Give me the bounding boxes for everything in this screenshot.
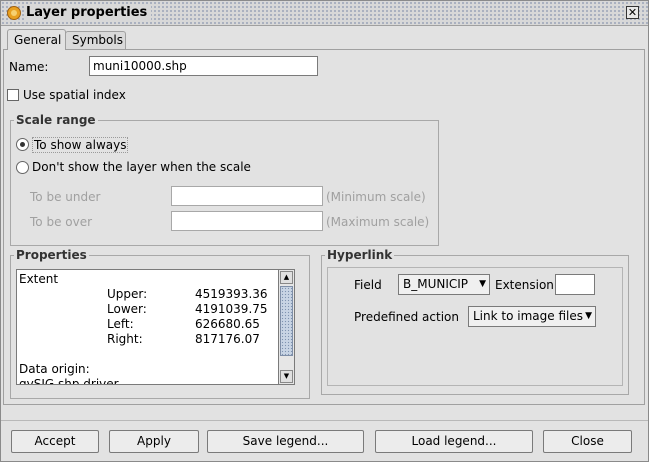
- left-label: Left:: [107, 317, 134, 331]
- apply-button[interactable]: Apply: [109, 430, 199, 453]
- lower-value: 4191039.75: [195, 302, 268, 316]
- right-label: Right:: [107, 332, 143, 346]
- name-field[interactable]: muni10000.shp: [89, 56, 318, 76]
- scale-limited-label: Don't show the layer when the scale: [32, 160, 251, 174]
- show-always-label: To show always: [32, 137, 129, 153]
- extension-label: Extension: [495, 278, 554, 292]
- min-scale-field[interactable]: [171, 186, 323, 206]
- title-bar[interactable]: Layer properties ✕: [1, 1, 648, 26]
- app-icon: [7, 6, 21, 20]
- left-value: 626680.65: [195, 317, 260, 331]
- under-label: To be under: [30, 190, 101, 204]
- scroll-down-icon[interactable]: ▼: [280, 370, 293, 383]
- hyperlink-title: Hyperlink: [325, 248, 395, 262]
- field-label: Field: [354, 278, 382, 292]
- load-legend-button[interactable]: Load legend...: [375, 430, 533, 453]
- show-always-radio[interactable]: [16, 138, 29, 151]
- tab-symbols[interactable]: Symbols: [65, 31, 126, 49]
- action-combo[interactable]: Link to image files ▼: [468, 306, 596, 327]
- chevron-down-icon: ▼: [585, 311, 592, 321]
- accept-button[interactable]: Accept: [11, 430, 99, 453]
- right-value: 817176.07: [195, 332, 260, 346]
- scroll-up-icon[interactable]: ▲: [280, 271, 293, 284]
- lower-label: Lower:: [107, 302, 147, 316]
- upper-label: Upper:: [107, 287, 148, 301]
- predefined-action-label: Predefined action: [354, 310, 459, 324]
- scale-limited-radio[interactable]: [16, 161, 29, 174]
- button-separator: [1, 420, 648, 421]
- min-scale-hint: (Minimum scale): [326, 190, 426, 204]
- data-origin-label: Data origin:: [19, 362, 90, 376]
- scroll-thumb[interactable]: [280, 286, 293, 356]
- name-label: Name:: [9, 60, 49, 74]
- save-legend-button[interactable]: Save legend...: [207, 430, 364, 453]
- tab-general[interactable]: General: [7, 29, 66, 50]
- scale-range-title: Scale range: [14, 113, 98, 127]
- properties-title: Properties: [14, 248, 89, 262]
- properties-scrollbar[interactable]: ▲ ▼: [278, 269, 295, 385]
- action-combo-value: Link to image files: [473, 309, 583, 323]
- extent-label: Extent: [19, 272, 59, 286]
- max-scale-field[interactable]: [171, 211, 323, 231]
- chevron-down-icon: ▼: [479, 279, 486, 289]
- over-label: To be over: [30, 215, 93, 229]
- window-title: Layer properties: [24, 5, 152, 20]
- data-origin-value: gvSIG shp driver: [19, 377, 119, 385]
- layer-properties-dialog: Layer properties ✕ General Symbols Name:…: [0, 0, 649, 462]
- spatial-index-label: Use spatial index: [23, 88, 126, 102]
- extension-field[interactable]: [555, 274, 595, 295]
- close-button[interactable]: Close: [543, 430, 632, 453]
- max-scale-hint: (Maximum scale): [326, 215, 430, 229]
- properties-text-area[interactable]: Extent Upper: 4519393.36 Lower: 4191039.…: [16, 269, 295, 385]
- upper-value: 4519393.36: [195, 287, 268, 301]
- spatial-index-checkbox[interactable]: [7, 89, 19, 101]
- close-icon[interactable]: ✕: [626, 6, 639, 19]
- field-combo-value: B_MUNICIP: [403, 277, 469, 291]
- field-combo[interactable]: B_MUNICIP ▼: [398, 274, 490, 295]
